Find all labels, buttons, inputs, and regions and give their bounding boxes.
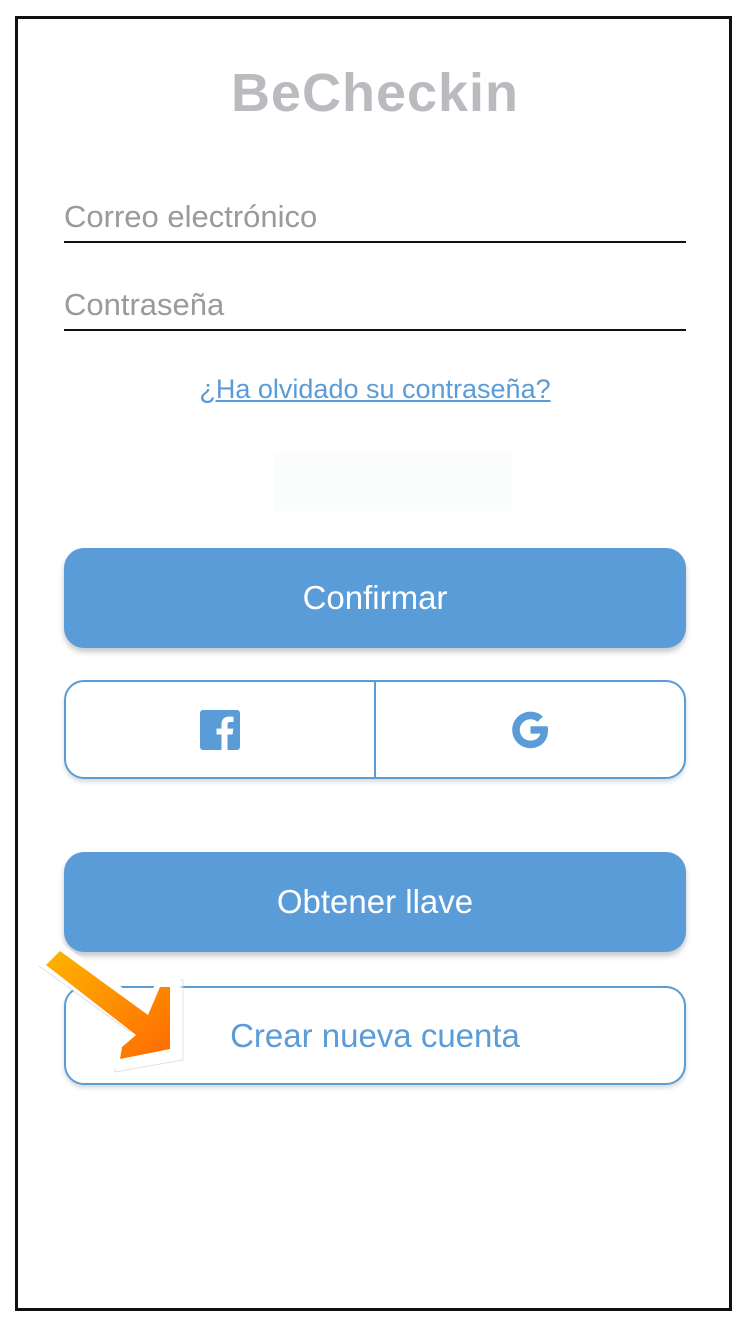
forgot-password-link[interactable]: ¿Ha olvidado su contraseña? (0, 374, 750, 405)
social-login-group (64, 680, 686, 779)
password-field-container (64, 269, 686, 331)
facebook-icon (200, 709, 240, 750)
facebook-login-button[interactable] (66, 682, 374, 777)
email-field-container (64, 181, 686, 243)
password-input[interactable] (64, 287, 686, 323)
google-login-button[interactable] (376, 682, 684, 777)
captcha-placeholder (274, 453, 512, 511)
email-input[interactable] (64, 199, 686, 235)
pointing-arrow-icon (36, 941, 184, 1073)
google-icon (512, 711, 548, 748)
confirm-button[interactable]: Confirmar (64, 548, 686, 648)
app-title: BeCheckin (230, 63, 520, 123)
